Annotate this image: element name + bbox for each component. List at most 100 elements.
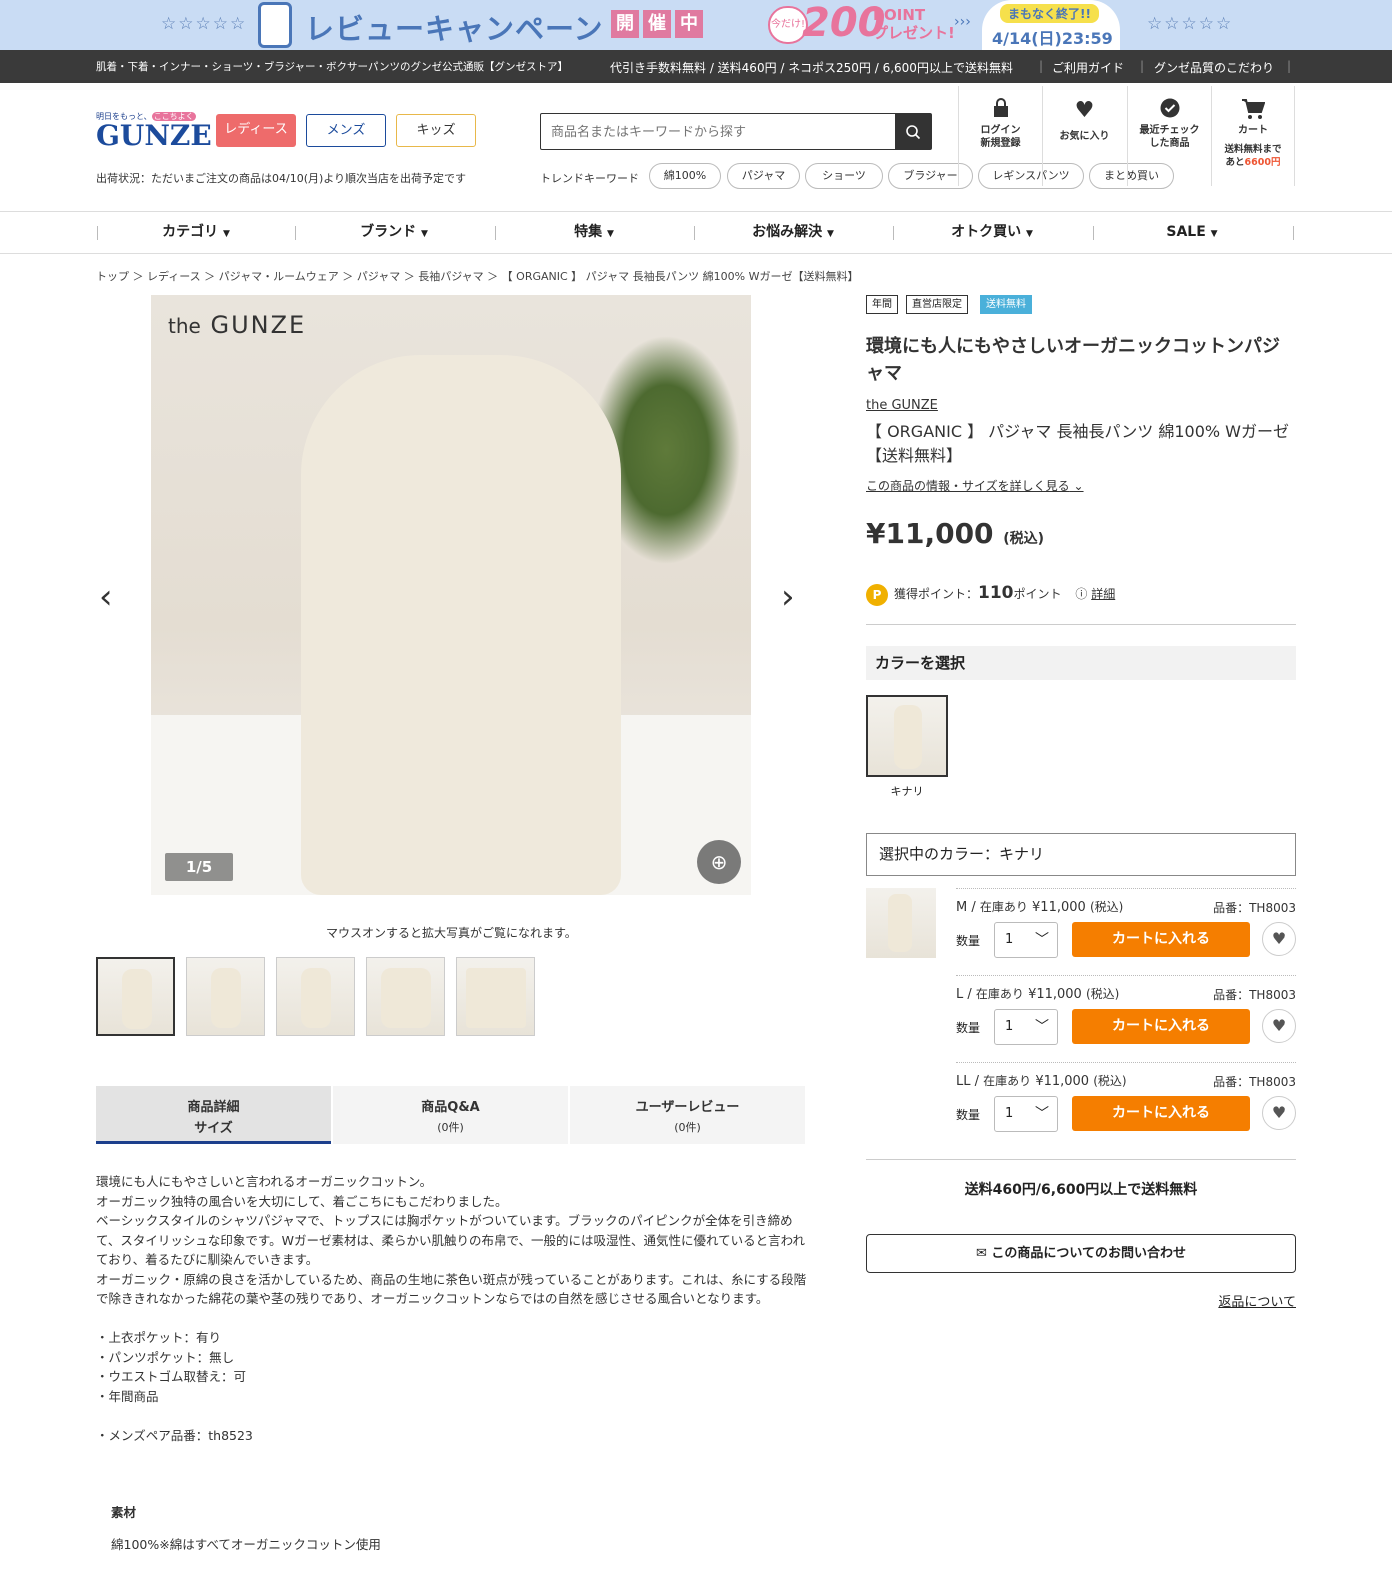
quantity-select[interactable]: 1 ﹀ — [994, 1009, 1058, 1045]
nav-brand[interactable]: ブランド ▼ — [295, 212, 493, 253]
banner-badge: 開 — [611, 10, 639, 38]
breadcrumb[interactable]: トップ ＞ レディース ＞ パジャマ・ルームウェア ＞ パジャマ ＞ 長袖パジャ… — [96, 268, 858, 284]
product-main-image[interactable]: the GUNZE 1/5 ⊕ — [151, 295, 751, 895]
zoom-hint: マウスオンすると拡大写真がご覧になれます。 — [326, 926, 577, 940]
thumbnail[interactable] — [96, 957, 175, 1036]
lock-icon — [959, 98, 1042, 124]
divider: | — [1287, 59, 1292, 73]
model-shape — [301, 355, 621, 895]
material-heading: 素材 — [111, 1505, 137, 1520]
favorites-button[interactable]: ♥ お気に入り — [1042, 86, 1126, 186]
product-name: 【 ORGANIC 】 パジャマ 長袖長パンツ 綿100% Wガーゼ【送料無料】 — [866, 422, 1289, 465]
thumbnail[interactable] — [186, 957, 265, 1036]
nav-solutions[interactable]: お悩み解決 ▼ — [694, 212, 892, 253]
nav-category[interactable]: カテゴリ ▼ — [97, 212, 295, 253]
thumbnail-shape — [381, 968, 431, 1028]
divider — [1293, 226, 1294, 240]
add-to-cart-button[interactable]: カートに入れる — [1072, 922, 1250, 957]
tab-qa[interactable]: 商品Q&A (0件) — [333, 1086, 568, 1144]
quantity-select[interactable]: 1 ﹀ — [994, 922, 1058, 958]
selected-color: 選択中のカラー：キナリ — [866, 833, 1296, 876]
qty-label: 数量 — [956, 934, 981, 948]
qty-label: 数量 — [956, 1108, 981, 1122]
material-section: 素材 綿100%※綿はすべてオーガニックコットン使用 — [111, 1502, 381, 1553]
returns-link[interactable]: 返品について — [1218, 1291, 1296, 1310]
favorite-heart-icon[interactable]: ♥ — [1262, 1096, 1296, 1130]
heart-icon: ♥ — [1074, 98, 1095, 123]
cart-note: 送料無料まで あと6600円 — [1224, 144, 1282, 168]
image-counter: 1/5 — [165, 853, 233, 881]
cart-icon — [1212, 98, 1294, 124]
guide-link[interactable]: ご利用ガイド — [1052, 59, 1124, 76]
mail-icon: ✉ — [975, 1246, 987, 1261]
caret-down-icon: ▼ — [1210, 229, 1218, 239]
deadline: 4/14(日)23:59まで — [992, 29, 1113, 48]
zoom-icon[interactable]: ⊕ — [697, 840, 741, 884]
variant-thumbnail-shape — [888, 894, 912, 952]
cart-button[interactable]: カート 送料無料まで あと6600円 — [1211, 86, 1295, 186]
inquiry-button[interactable]: ✉ この商品についてのお問い合わせ — [866, 1234, 1296, 1273]
tag-free-shipping: 送料無料 — [980, 295, 1032, 314]
point-icon: P — [866, 583, 888, 606]
trend-label: トレンドキーワード — [540, 172, 639, 185]
thumbnail-shape — [211, 968, 241, 1028]
next-arrow-icon[interactable]: › — [781, 577, 795, 617]
recent-button[interactable]: 最近チェック した商品 — [1127, 86, 1211, 186]
main-nav: カテゴリ ▼ ブランド ▼ 特集 ▼ お悩み解決 ▼ オトク買い ▼ SALE … — [0, 211, 1392, 254]
banner-point-text: POINT プレゼント! — [873, 6, 955, 42]
nav-feature[interactable]: 特集 ▼ — [495, 212, 693, 253]
divider: | — [1039, 59, 1044, 73]
qty-label: 数量 — [956, 1021, 981, 1035]
variant-row: LL / 在庫あり ¥11,000 (税込) 品番：TH8003 数量 1 ﹀ カ… — [956, 1062, 1296, 1148]
thumbnail[interactable] — [456, 957, 535, 1036]
variant-row: L / 在庫あり ¥11,000 (税込) 品番：TH8003 数量 1 ﹀ カー… — [956, 975, 1296, 1061]
variant-info: L / 在庫あり ¥11,000 (税込) — [956, 987, 1120, 1002]
detail-tabs: 商品詳細 サイズ 商品Q&A (0件) ユーザーレビュー (0件) — [96, 1086, 806, 1144]
swatch-shape — [894, 705, 922, 769]
phone-star-icon — [258, 2, 292, 48]
nav-sale[interactable]: SALE ▼ — [1093, 212, 1291, 253]
login-button[interactable]: ログイン 新規登録 — [958, 86, 1042, 186]
star-icons: ☆☆☆☆☆ — [1147, 14, 1234, 34]
divider — [956, 1062, 1296, 1063]
trend-chip[interactable]: 綿100% — [649, 163, 721, 189]
more-info-link[interactable]: この商品の情報・サイズを詳しく見る ⌄ — [866, 477, 1084, 494]
quantity-select[interactable]: 1 ﹀ — [994, 1096, 1058, 1132]
campaign-banner[interactable]: ☆☆☆☆☆ レビューキャンペーン 開 催 中 今だけ! 200 POINT プレゼ… — [0, 0, 1392, 50]
favorite-heart-icon[interactable]: ♥ — [1262, 922, 1296, 956]
chevron-down-icon: ﹀ — [1035, 1106, 1049, 1122]
thumbnail[interactable] — [276, 957, 355, 1036]
tab-mens[interactable]: メンズ — [306, 114, 386, 147]
nav-deals[interactable]: オトク買い ▼ — [893, 212, 1091, 253]
tag-year-round: 年間 — [866, 295, 898, 314]
search-button[interactable] — [895, 114, 931, 149]
thumbnail-shape — [301, 968, 331, 1028]
deadline-box: まもなく終了!! 4/14(日)23:59まで — [982, 0, 1120, 50]
search-input[interactable] — [541, 114, 895, 149]
prev-arrow-icon[interactable]: ‹ — [99, 577, 113, 617]
tab-kids[interactable]: キッズ — [396, 114, 476, 147]
trend-chip[interactable]: パジャマ — [727, 163, 800, 189]
add-to-cart-button[interactable]: カートに入れる — [1072, 1096, 1250, 1131]
color-swatch[interactable] — [866, 695, 948, 777]
trend-chip[interactable]: ショーツ — [805, 163, 883, 189]
favorite-heart-icon[interactable]: ♥ — [1262, 1009, 1296, 1043]
tab-reviews[interactable]: ユーザーレビュー (0件) — [570, 1086, 805, 1144]
caret-down-icon: ▼ — [420, 229, 428, 239]
help-icon: ⓘ — [1075, 587, 1088, 601]
add-to-cart-button[interactable]: カートに入れる — [1072, 1009, 1250, 1044]
brand-link[interactable]: the GUNZE — [866, 398, 938, 413]
variant-code: 品番：TH8003 — [1213, 901, 1296, 915]
banner-badge: 催 — [643, 10, 671, 38]
gunze-logo[interactable]: 明日をもっと、 ここちよく GUNZE — [96, 111, 212, 150]
tab-ladies[interactable]: レディース — [216, 114, 296, 147]
tab-details[interactable]: 商品詳細 サイズ — [96, 1086, 331, 1144]
caret-down-icon: ▼ — [1025, 229, 1033, 239]
ending-soon: まもなく終了!! — [1000, 4, 1099, 23]
divider — [956, 888, 1296, 889]
points-detail-link[interactable]: 詳細 — [1091, 587, 1115, 601]
thumbnail-shape — [466, 968, 526, 1028]
star-icons: ☆☆☆☆☆ — [161, 14, 248, 34]
thumbnail[interactable] — [366, 957, 445, 1036]
quality-link[interactable]: グンゼ品質のこだわり — [1154, 59, 1274, 76]
